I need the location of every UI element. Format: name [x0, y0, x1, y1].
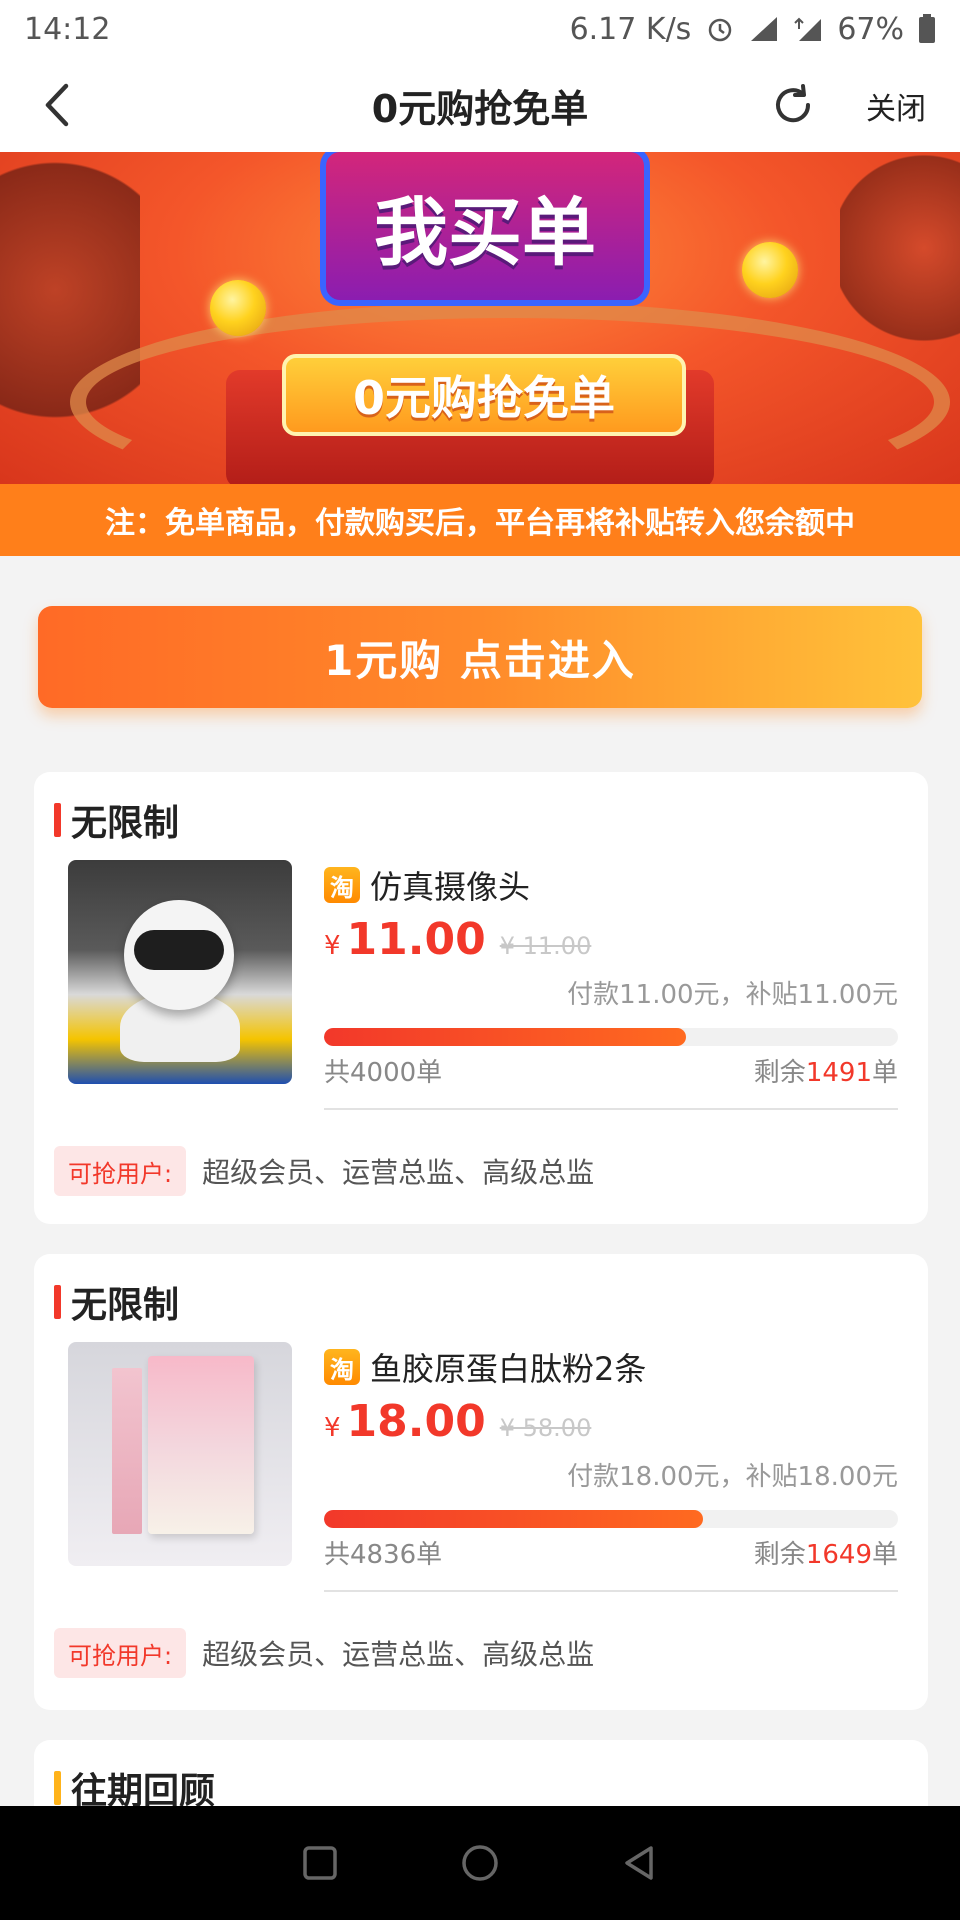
eligible-users-list: 超级会员、运营总监、高级总监 — [202, 1638, 595, 1671]
app-screen: 14:12 6.17 K/s 67% 0元购抢免单 关闭 我买单 0元购抢免单 … — [0, 0, 960, 1920]
remaining-suffix: 单 — [871, 1540, 898, 1570]
one-yuan-button[interactable]: 1元购 点击进入 — [38, 606, 922, 708]
product-card[interactable]: 无限制 淘 仿真摄像头 ¥ 11.00 ¥ 11.00 付款11.00元，补贴1… — [34, 772, 928, 1224]
total-orders: 共4000单 — [324, 1058, 443, 1088]
alarm-icon — [709, 18, 732, 42]
original-price: ¥ 11.00 — [499, 932, 592, 960]
sales-progress — [324, 1028, 898, 1046]
product-title-row: 淘 鱼胶原蛋白肽粉2条 — [324, 1344, 646, 1390]
sale-price: 11.00 — [346, 914, 486, 965]
original-price: ¥ 58.00 — [499, 1414, 592, 1442]
pay-subsidy-line: 付款11.00元，补贴11.00元 — [567, 980, 898, 1010]
card-header: 无限制 — [54, 794, 179, 846]
home-icon[interactable] — [457, 1840, 503, 1886]
remaining-prefix: 剩余 — [753, 1058, 806, 1088]
system-nav-bar — [0, 1806, 960, 1920]
close-button[interactable]: 关闭 — [866, 84, 926, 128]
section-label: 无限制 — [71, 1285, 180, 1326]
banner-pill-text: 0元购抢免单 — [352, 371, 615, 425]
taobao-badge-icon: 淘 — [324, 1349, 360, 1385]
product-card[interactable]: 无限制 淘 鱼胶原蛋白肽粉2条 ¥ 18.00 ¥ 58.00 付款18.00元… — [34, 1254, 928, 1710]
sales-progress-fill — [324, 1028, 686, 1046]
battery-icon — [919, 14, 935, 43]
remaining-prefix: 剩余 — [753, 1540, 806, 1570]
eligible-users-tag: 可抢用户: — [54, 1628, 187, 1678]
card-header: 无限制 — [54, 1276, 179, 1328]
price-row: ¥ 18.00 ¥ 58.00 — [324, 1396, 591, 1447]
eligible-users-list: 超级会员、运营总监、高级总监 — [202, 1156, 595, 1189]
coin-icon — [210, 280, 266, 336]
eligible-users-tag: 可抢用户: — [54, 1146, 187, 1196]
section-marker — [54, 803, 61, 837]
currency-symbol: ¥ — [324, 931, 341, 961]
total-orders: 共4836单 — [324, 1540, 443, 1570]
section-label: 无限制 — [71, 803, 180, 844]
banner-headline: 我买单 — [320, 152, 650, 306]
product-title-row: 淘 仿真摄像头 — [324, 862, 530, 908]
remaining-orders: 剩余1491单 — [754, 1052, 898, 1089]
promo-banner[interactable]: 我买单 0元购抢免单 — [0, 152, 960, 484]
sale-price: 18.00 — [346, 1396, 486, 1447]
signal-icon — [751, 17, 778, 41]
eligible-users-row: 可抢用户: 超级会员、运营总监、高级总监 — [54, 1146, 594, 1196]
back-arrow-icon[interactable] — [36, 80, 76, 130]
divider — [324, 1108, 898, 1110]
banner-headline-text: 我买单 — [374, 189, 596, 276]
remaining-orders: 剩余1649单 — [754, 1534, 898, 1571]
remaining-suffix: 单 — [871, 1058, 898, 1088]
remaining-count: 1491 — [805, 1058, 872, 1088]
pay-subsidy-line: 付款18.00元，补贴18.00元 — [567, 1462, 898, 1492]
network-speed: 6.17 K/s — [569, 11, 692, 47]
banner-note: 注：免单商品，付款购买后，平台再将补贴转入您余额中 — [0, 484, 960, 556]
refresh-icon[interactable] — [770, 82, 816, 128]
sales-progress — [324, 1510, 898, 1528]
status-bar: 14:12 6.17 K/s 67% — [0, 0, 960, 58]
banner-pill: 0元购抢免单 — [282, 354, 686, 436]
section-marker — [54, 1771, 61, 1805]
one-yuan-label: 1元购 点击进入 — [324, 635, 636, 685]
divider — [324, 1590, 898, 1592]
recent-apps-icon[interactable] — [297, 1840, 343, 1886]
product-title: 鱼胶原蛋白肽粉2条 — [370, 1350, 647, 1388]
back-icon[interactable] — [617, 1840, 663, 1886]
remaining-count: 1649 — [805, 1540, 872, 1570]
battery-percent: 67% — [837, 11, 904, 47]
product-image[interactable] — [68, 860, 292, 1084]
mobile-data-icon — [794, 17, 822, 41]
sales-progress-fill — [324, 1510, 703, 1528]
section-marker — [54, 1285, 61, 1319]
price-row: ¥ 11.00 ¥ 11.00 — [324, 914, 591, 965]
eligible-users-row: 可抢用户: 超级会员、运营总监、高级总监 — [54, 1628, 594, 1678]
taobao-badge-icon: 淘 — [324, 867, 360, 903]
product-title: 仿真摄像头 — [370, 868, 531, 906]
status-time: 14:12 — [24, 11, 111, 47]
page-title: 0元购抢免单 — [371, 86, 589, 131]
product-image[interactable] — [68, 1342, 292, 1566]
status-indicators: 6.17 K/s 67% — [570, 12, 936, 47]
coin-icon — [742, 242, 798, 298]
app-header: 0元购抢免单 关闭 — [0, 58, 960, 152]
currency-symbol: ¥ — [324, 1413, 341, 1443]
